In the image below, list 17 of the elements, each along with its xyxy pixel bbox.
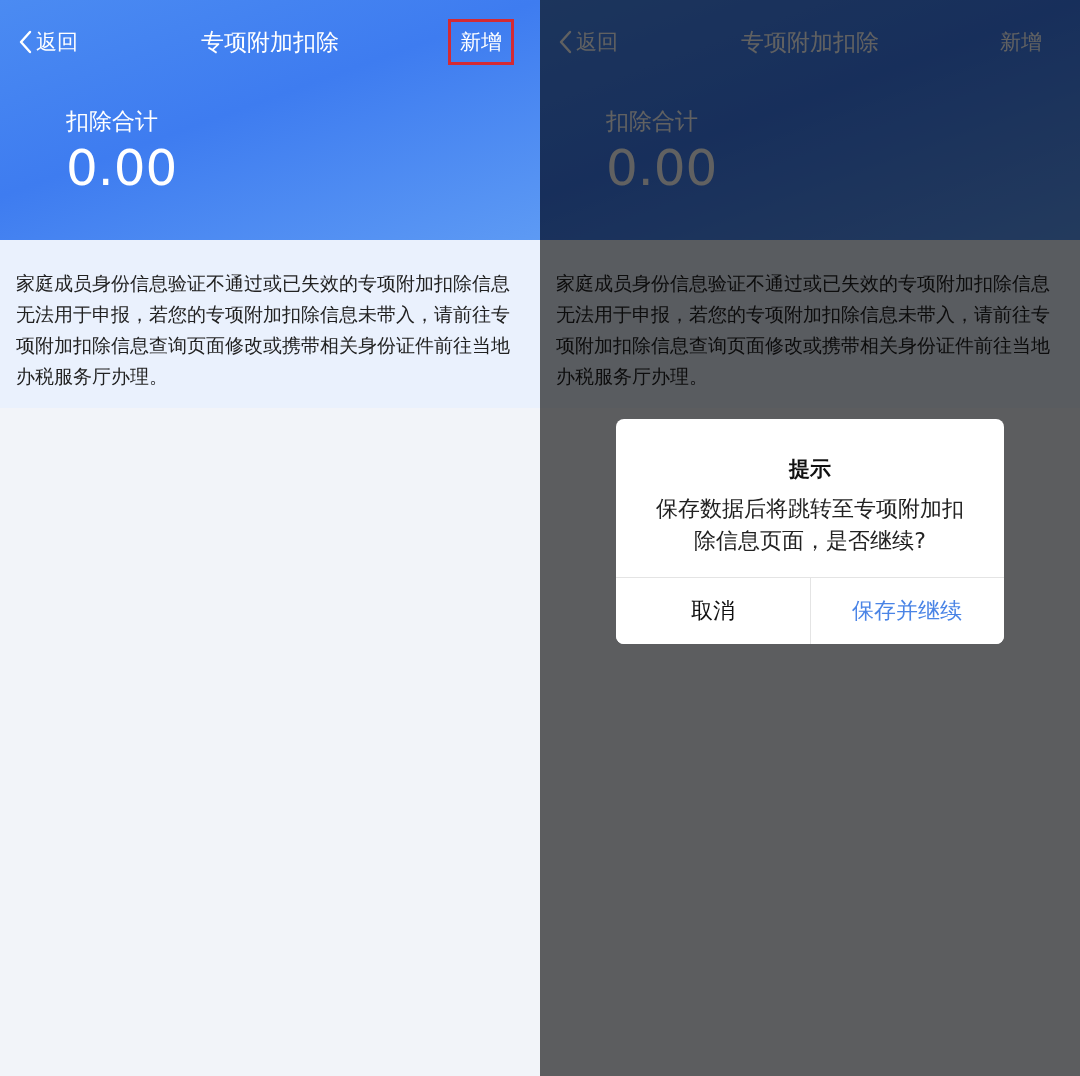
add-button[interactable]: 新增	[448, 19, 514, 65]
chevron-left-icon	[558, 30, 572, 54]
back-button[interactable]: 返回	[18, 28, 78, 56]
total-amount: 0.00	[606, 138, 719, 199]
add-button[interactable]: 新增	[988, 19, 1054, 65]
total-amount: 0.00	[66, 138, 179, 199]
dialog-title: 提示	[787, 456, 832, 483]
page-title: 专项附加扣除	[741, 27, 879, 57]
back-button[interactable]: 返回	[558, 28, 618, 56]
chevron-left-icon	[18, 30, 32, 54]
notice-text: 家庭成员身份信息验证不通过或已失效的专项附加扣除信息无法用于申报，若您的专项附加扣除信息未带入，请前往专项附加扣除信息查询页面修改或携带相关身份证件前往当地办税服务厅办理。	[556, 272, 1051, 389]
total-label: 扣除合计	[66, 107, 159, 136]
cancel-button[interactable]: 取消	[616, 578, 811, 644]
total-label: 扣除合计	[606, 107, 699, 136]
dialog-message: 保存数据后将跳转至专项附加扣除信息页面，是否继续?	[655, 495, 965, 555]
page-title: 专项附加扣除	[201, 27, 339, 57]
notice-text: 家庭成员身份信息验证不通过或已失效的专项附加扣除信息无法用于申报，若您的专项附加扣除信息未带入，请前往专项附加扣除信息查询页面修改或携带相关身份证件前往当地办税服务厅办理。	[16, 272, 511, 389]
